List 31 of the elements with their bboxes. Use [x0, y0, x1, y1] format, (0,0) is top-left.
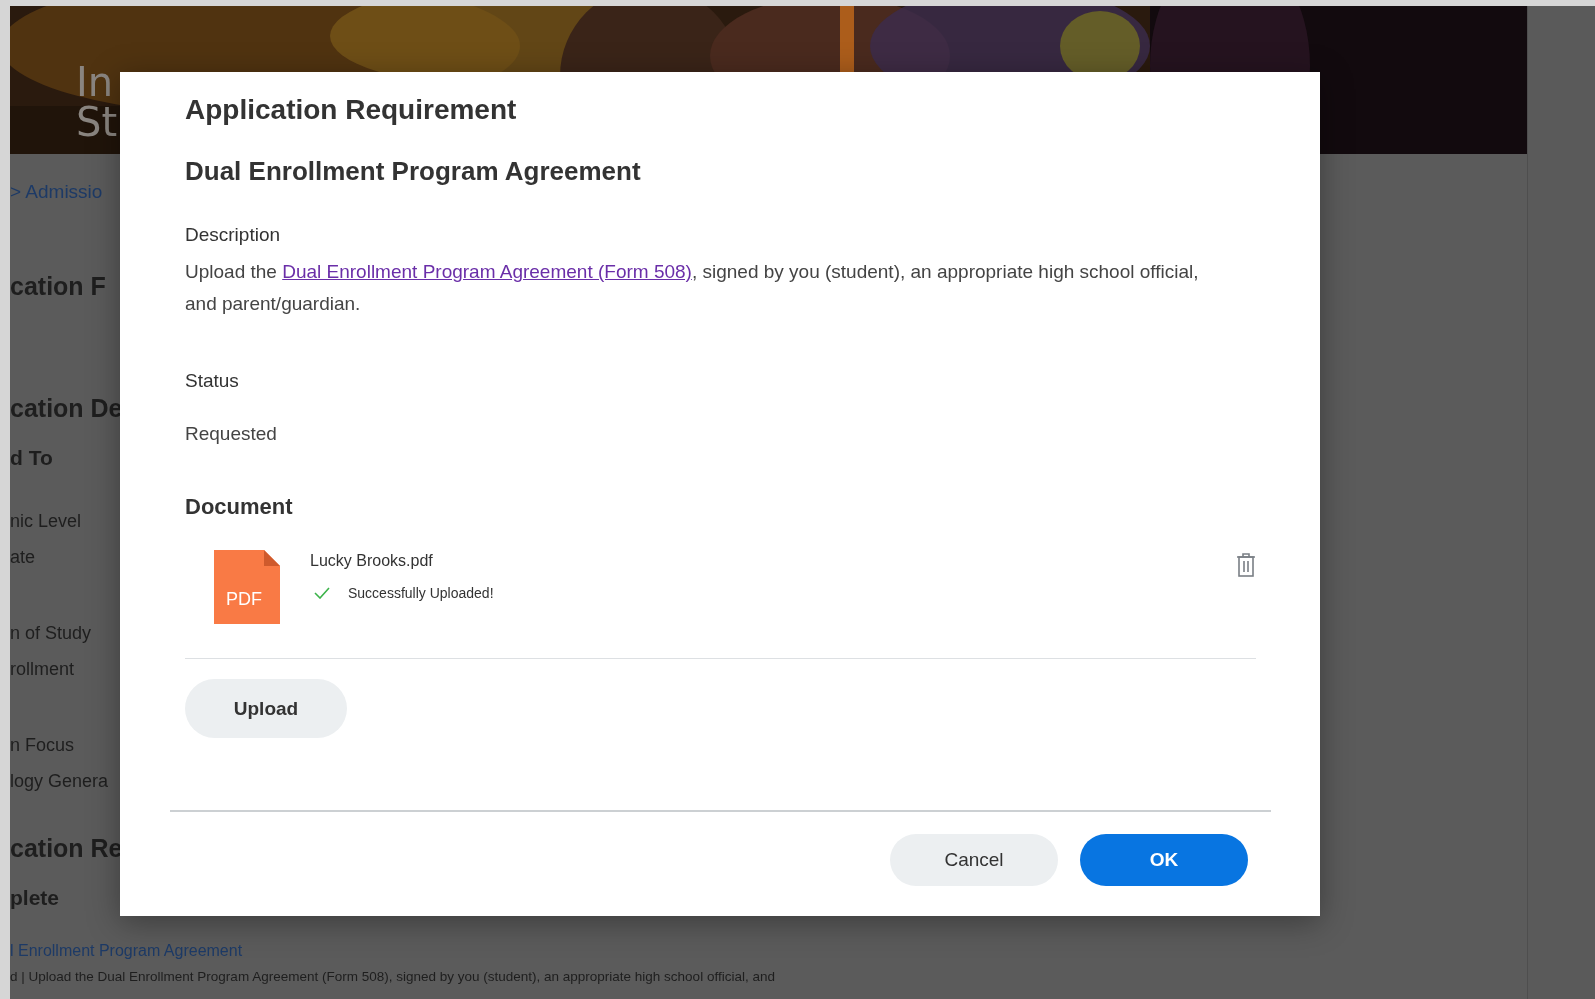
- section-subheading: plete: [10, 885, 60, 911]
- status-value: Requested: [185, 422, 277, 446]
- status-label: Status: [185, 369, 239, 393]
- section-heading: cation Re: [10, 833, 118, 864]
- dialog-title: Application Requirement: [185, 93, 517, 127]
- upload-button[interactable]: Upload: [185, 679, 347, 738]
- field-label: n Focus: [10, 734, 76, 757]
- checkmark-icon: [314, 587, 330, 599]
- banner-title: In: [76, 62, 114, 102]
- ok-button[interactable]: OK: [1080, 834, 1248, 886]
- requirement-description: d | Upload the Dual Enrollment Program Agreement (Form 508), signed by you (student), an appropriate high school official, and: [10, 968, 776, 986]
- cancel-button[interactable]: Cancel: [890, 834, 1058, 886]
- trash-icon[interactable]: [1236, 552, 1256, 578]
- form-link[interactable]: Dual Enrollment Program Agreement (Form 508): [282, 261, 692, 282]
- field-label: nic Level: [10, 510, 83, 533]
- upload-status: Successfully Uploaded!: [348, 585, 494, 601]
- field-value: logy Genera: [10, 770, 110, 793]
- requirement-title: Dual Enrollment Program Agreement: [185, 155, 641, 188]
- file-name: Lucky Brooks.pdf: [310, 551, 434, 571]
- pdf-file-icon: [214, 550, 280, 624]
- description-label: Description: [185, 223, 281, 247]
- document-heading: Document: [185, 493, 293, 521]
- description-text: Upload the Dual Enrollment Program Agreement (Form 508), signed by you (student), an appropriate high school official, and parent/guardian.: [185, 260, 1200, 316]
- section-heading: cation F: [10, 271, 107, 302]
- section-subheading: d To: [10, 445, 54, 471]
- field-value: ate: [10, 546, 37, 569]
- banner-title: St: [76, 102, 118, 142]
- field-value: rollment: [10, 658, 76, 681]
- section-heading: cation De: [10, 393, 118, 424]
- field-label: n of Study: [10, 622, 93, 645]
- file-type-label: PDF: [226, 588, 262, 610]
